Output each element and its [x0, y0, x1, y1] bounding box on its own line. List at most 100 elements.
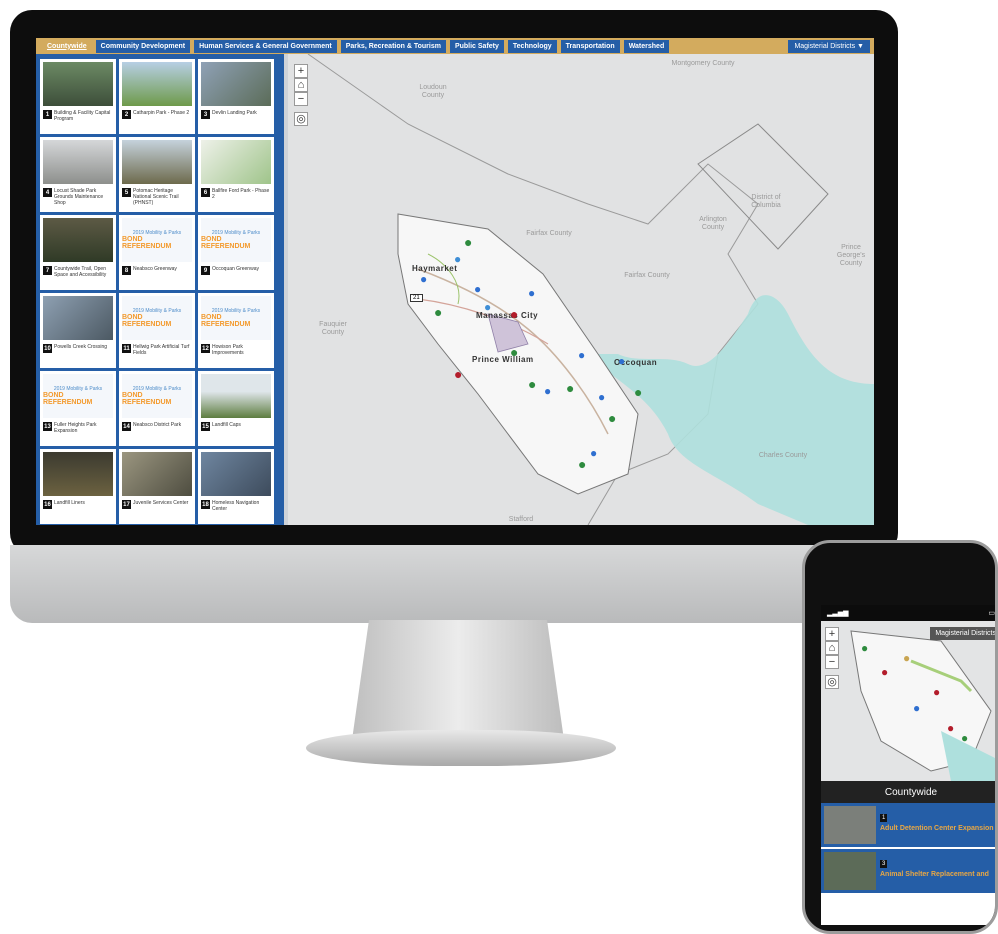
monitor-stand-foot	[306, 730, 616, 766]
map-marker-green[interactable]: ●	[566, 380, 574, 396]
tab-public-safety[interactable]: Public Safety	[449, 39, 504, 53]
phone-zoom-out-button[interactable]: −	[825, 655, 839, 669]
map-marker-blue[interactable]: ●	[528, 286, 535, 300]
project-card[interactable]: 2019 Mobility & Parks BOND REFERENDUM 8 Nea…	[119, 215, 195, 290]
card-number: 3	[201, 110, 210, 119]
tab-countywide[interactable]: Countywide	[42, 39, 92, 53]
phone-districts-dropdown[interactable]: Magisterial Districts	[930, 627, 995, 640]
card-number: 2	[122, 110, 131, 119]
card-thumbnail	[43, 140, 113, 184]
card-thumbnail	[43, 296, 113, 340]
magisterial-districts-dropdown[interactable]: Magisterial Districts ▼	[788, 40, 870, 53]
phone-map-view[interactable]: Magisterial Districts + ⌂ − ◎ ● ● ● ● ● …	[821, 621, 995, 781]
tab-technology[interactable]: Technology	[507, 39, 557, 53]
map-marker-red[interactable]: ●	[510, 306, 518, 322]
card-thumbnail	[201, 452, 271, 496]
phone-project-list: 1 Adult Detention Center Expansion Phase …	[821, 803, 995, 925]
map-marker-blue[interactable]: ●	[590, 446, 597, 460]
phone-home-button[interactable]: ⌂	[825, 641, 839, 655]
card-number: 7	[43, 266, 52, 275]
map-marker-green[interactable]: ●	[861, 641, 868, 655]
map-marker-green[interactable]: ●	[464, 234, 472, 250]
card-thumbnail	[122, 140, 192, 184]
label-arlington-county: Arlington County	[699, 216, 727, 231]
tab-parks[interactable]: Parks, Recreation & Tourism	[340, 39, 446, 53]
phone-item-thumbnail	[824, 806, 876, 844]
card-title: Homeless Navigation Center	[212, 500, 260, 512]
tab-community-development[interactable]: Community Development	[95, 39, 191, 53]
map-marker-green[interactable]: ●	[578, 456, 586, 472]
map-marker-red[interactable]: ●	[933, 685, 940, 699]
locate-icon: ◎	[296, 112, 306, 125]
project-card[interactable]: 3 Devlin Landing Park	[198, 59, 274, 134]
zoom-out-button[interactable]: −	[294, 92, 308, 106]
card-number: 11	[122, 344, 131, 353]
map-marker-blue[interactable]: ●	[618, 354, 625, 368]
bond-referendum-graphic: 2019 Mobility & Parks BOND REFERENDUM	[122, 374, 192, 418]
card-title: Ballfire Ford Park - Phase 2	[212, 188, 270, 200]
zoom-in-button[interactable]: +	[294, 64, 308, 78]
map-marker-green[interactable]: ●	[528, 376, 536, 392]
map-marker-blue[interactable]: ●	[420, 272, 427, 286]
phone-device: ▂▃▅▆ ▭ Magisterial Districts + ⌂ − ◎ ● ● …	[802, 540, 998, 934]
map-marker-red[interactable]: ●	[454, 366, 462, 382]
locate-button[interactable]: ◎	[294, 112, 308, 126]
signal-icon: ▂▃▅▆	[827, 610, 849, 617]
card-number: 10	[43, 344, 52, 353]
tab-transportation[interactable]: Transportation	[560, 39, 620, 53]
home-extent-button[interactable]: ⌂	[294, 78, 308, 92]
label-fauquier-county: Fauquier County	[319, 321, 347, 336]
phone-list-item[interactable]: 3 Animal Shelter Replacement and	[821, 849, 995, 893]
project-card[interactable]: 15 Landfill Caps	[198, 371, 274, 446]
project-card[interactable]: 4 Locust Shade Park Grounds Maintenance S…	[40, 137, 116, 212]
project-card[interactable]: 5 Potomac Heritage National Scenic Trail …	[119, 137, 195, 212]
project-card[interactable]: 2019 Mobility & Parks BOND REFERENDUM 13 Fu…	[40, 371, 116, 446]
map-marker-blue[interactable]: ●	[544, 384, 551, 398]
bond-line2: BOND REFERENDUM	[122, 314, 172, 328]
map-marker-red[interactable]: ●	[947, 721, 954, 735]
label-fairfax-county: Fairfax County	[526, 230, 572, 237]
project-card[interactable]: 10 Powells Creek Crossing	[40, 293, 116, 368]
project-card[interactable]: 7 Countywide Trail, Open Space and Access…	[40, 215, 116, 290]
battery-icon: ▭	[988, 610, 995, 617]
map-marker-blue[interactable]: ●	[913, 701, 920, 715]
map-marker-blue[interactable]: ●	[598, 390, 605, 404]
phone-zoom-in-button[interactable]: +	[825, 627, 839, 641]
bond-line2: BOND REFERENDUM	[122, 392, 172, 406]
card-title: Countywide Trail, Open Space and Accessi…	[54, 266, 107, 278]
map-marker-green[interactable]: ●	[961, 731, 968, 745]
home-icon: ⌂	[828, 641, 836, 654]
map-marker-gold[interactable]: ●	[903, 651, 910, 665]
project-card[interactable]: 2 Catharpin Park - Phase 2	[119, 59, 195, 134]
route-21-shield: 21	[410, 294, 423, 302]
map-marker-blue[interactable]: ●	[578, 348, 585, 362]
map-marker-blue[interactable]: ●	[484, 300, 491, 314]
project-card[interactable]: 2019 Mobility & Parks BOND REFERENDUM 9 Occ…	[198, 215, 274, 290]
project-card[interactable]: 18 Homeless Navigation Center	[198, 449, 274, 524]
project-card[interactable]: 2019 Mobility & Parks BOND REFERENDUM 14 Ne…	[119, 371, 195, 446]
map-marker-blue[interactable]: ●	[474, 282, 481, 296]
map-view[interactable]: + ⌂ − ◎ Montgomery County Loudoun County…	[288, 54, 874, 525]
phone-screen: ▂▃▅▆ ▭ Magisterial Districts + ⌂ − ◎ ● ● …	[821, 605, 995, 925]
card-thumbnail	[43, 218, 113, 262]
bond-referendum-graphic: 2019 Mobility & Parks BOND REFERENDUM	[122, 218, 192, 262]
tab-human-services[interactable]: Human Services & General Government	[194, 39, 337, 53]
map-marker-green[interactable]: ●	[634, 384, 642, 400]
tab-watershed[interactable]: Watershed	[623, 39, 670, 53]
category-tabbar: Countywide Community Development Human S…	[36, 38, 874, 54]
map-marker-blue[interactable]: ●	[454, 252, 461, 266]
bond-line2: BOND REFERENDUM	[43, 392, 93, 406]
project-card[interactable]: 16 Landfill Liners	[40, 449, 116, 524]
project-card[interactable]: 1 Building & Facility Capital Program	[40, 59, 116, 134]
map-marker-green[interactable]: ●	[510, 344, 518, 360]
project-card[interactable]: 2019 Mobility & Parks BOND REFERENDUM 11 He…	[119, 293, 195, 368]
map-marker-red[interactable]: ●	[881, 665, 888, 679]
map-marker-green[interactable]: ●	[434, 304, 442, 320]
card-number: 9	[201, 266, 210, 275]
map-marker-green[interactable]: ●	[608, 410, 616, 426]
project-card[interactable]: 6 Ballfire Ford Park - Phase 2	[198, 137, 274, 212]
project-card[interactable]: 2019 Mobility & Parks BOND REFERENDUM 12 Ho…	[198, 293, 274, 368]
phone-locate-button[interactable]: ◎	[825, 675, 839, 689]
project-card[interactable]: 17 Juvenile Services Center	[119, 449, 195, 524]
phone-list-item[interactable]: 1 Adult Detention Center Expansion Phase …	[821, 803, 995, 847]
